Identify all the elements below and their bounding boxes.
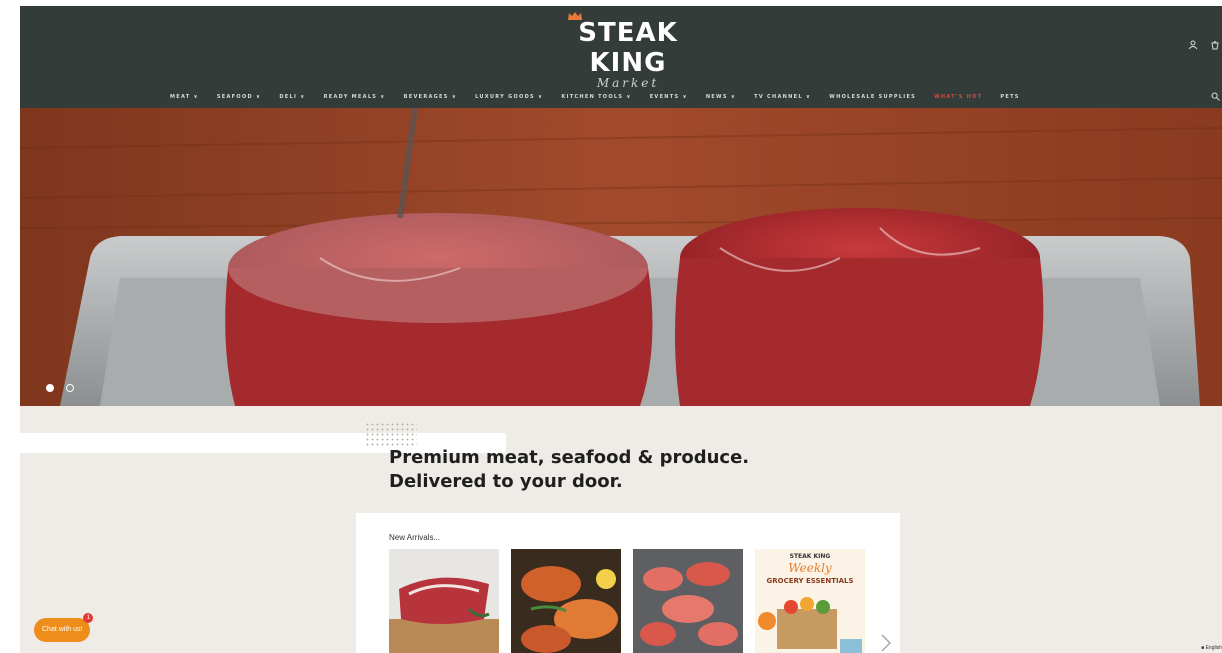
poster-line1: Weekly (788, 561, 832, 575)
lobster-image (511, 549, 621, 653)
search-icon[interactable] (1211, 92, 1220, 101)
new-arrivals: New Arrivals... STEAK KING Weekly GROCER… (356, 513, 900, 653)
nav-item[interactable]: MEAT ∨ (170, 94, 199, 100)
cart-icon[interactable] (1210, 40, 1220, 50)
beef-image (389, 549, 499, 653)
poster-brand: STEAK KING (790, 553, 831, 560)
logo-title: STEAK KING (578, 18, 678, 78)
flag-icon: ■ (1201, 645, 1205, 651)
language-selector[interactable]: ■ English (1201, 645, 1222, 651)
chat-badge: 1 (83, 613, 94, 623)
dot-pattern (365, 422, 417, 446)
language-label: English (1205, 645, 1222, 651)
nav-item[interactable]: WHAT'S HOT (934, 94, 982, 100)
crab-image (633, 549, 743, 653)
nav-item[interactable]: BEVERAGES ∨ (404, 94, 457, 100)
header-icons (1188, 40, 1220, 50)
nav-item[interactable]: SEAFOOD ∨ (217, 94, 261, 100)
tagline: Premium meat, seafood & produce. Deliver… (389, 447, 750, 492)
product-card-grocery-essentials[interactable]: STEAK KING Weekly GROCERY ESSENTIALS (755, 549, 865, 653)
poster-line2: GROCERY ESSENTIALS (766, 577, 853, 585)
nav-item[interactable]: TV CHANNEL ∨ (754, 94, 811, 100)
slide-dot[interactable] (66, 384, 74, 392)
slide-dot[interactable] (46, 384, 54, 392)
logo[interactable]: STEAK KING Market (548, 12, 708, 90)
nav-item[interactable]: READY MEALS ∨ (324, 94, 386, 100)
grocery-poster-image: STEAK KING Weekly GROCERY ESSENTIALS (755, 549, 865, 653)
chat-label: Chat with us! (42, 626, 83, 633)
slide-dots (46, 384, 74, 392)
main-nav: MEAT ∨ SEAFOOD ∨ DELI ∨ READY MEALS ∨ BEVERA… (170, 94, 1020, 100)
nav-item[interactable]: KITCHEN TOOLS ∨ (561, 94, 631, 100)
logo-subtitle: Market (596, 76, 660, 90)
nav-item[interactable]: WHOLESALE SUPPLIES (829, 94, 916, 100)
new-arrivals-title: New Arrivals... (389, 533, 441, 542)
product-carousel: STEAK KING Weekly GROCERY ESSENTIALS (389, 549, 865, 653)
account-icon[interactable] (1188, 40, 1198, 50)
nav-item[interactable]: LUXURY GOODS ∨ (475, 94, 543, 100)
hero-banner[interactable] (20, 108, 1222, 406)
nav-item[interactable]: EVENTS ∨ (650, 94, 688, 100)
product-card-beef[interactable] (389, 549, 499, 653)
hero-steak-image (20, 108, 1222, 406)
product-card-crab[interactable] (633, 549, 743, 653)
site-header: STEAK KING Market MEAT ∨ SEAFOOD ∨ DELI ∨ R… (20, 6, 1222, 108)
chat-button[interactable]: Chat with us! 1 (34, 613, 94, 642)
nav-item[interactable]: PETS (1000, 94, 1019, 100)
page: STEAK KING Market MEAT ∨ SEAFOOD ∨ DELI ∨ R… (20, 6, 1222, 653)
product-card-lobster[interactable] (511, 549, 621, 653)
nav-item[interactable]: DELI ∨ (279, 94, 305, 100)
carousel-next-icon[interactable] (880, 634, 892, 652)
crown-icon (568, 12, 582, 20)
nav-item[interactable]: NEWS ∨ (706, 94, 736, 100)
